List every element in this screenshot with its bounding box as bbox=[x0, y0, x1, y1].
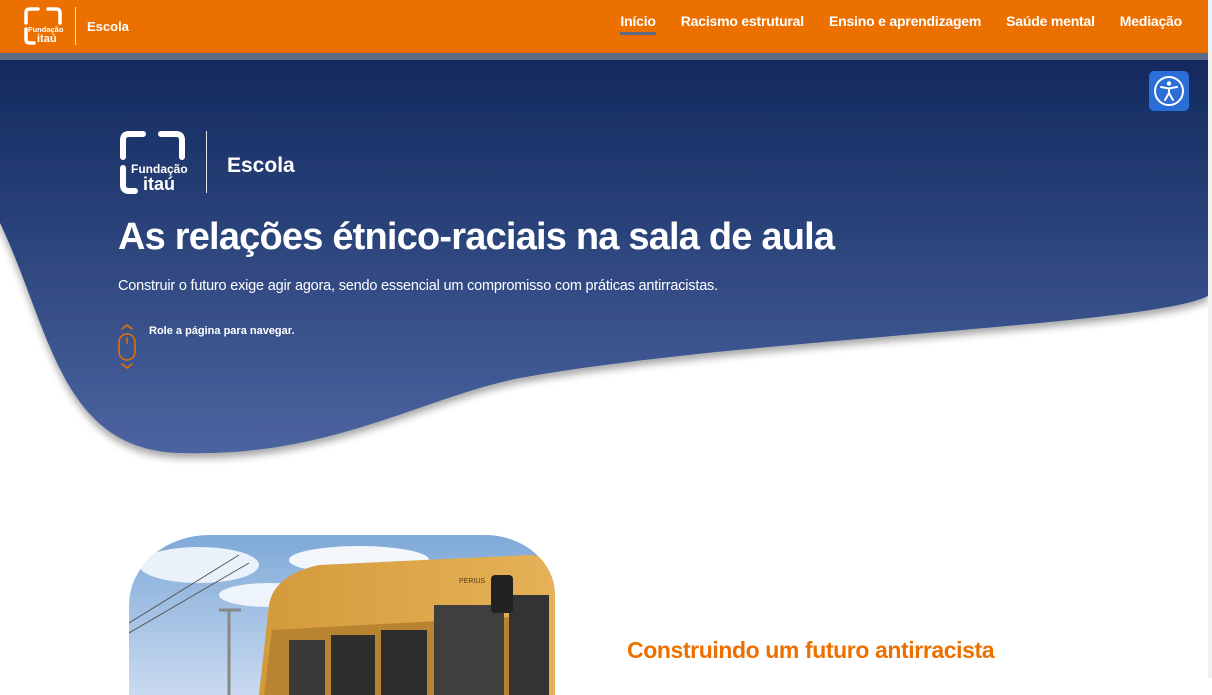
logo-text: itaú bbox=[37, 33, 57, 45]
nav-item-ensino-aprendizagem[interactable]: Ensino e aprendizagem bbox=[829, 0, 981, 53]
accessibility-icon bbox=[1154, 76, 1184, 106]
hero-brand-name: Escola bbox=[227, 154, 295, 177]
svg-text:PERIUS: PERIUS bbox=[459, 578, 485, 585]
logo-divider-large bbox=[206, 131, 207, 193]
main-nav: Início Racismo estrutural Ensino e apren… bbox=[620, 0, 1182, 53]
logo-text: itaú bbox=[143, 174, 175, 194]
fundacao-itau-logo-large: Fundação itaú bbox=[120, 131, 188, 194]
mouse-scroll-icon bbox=[118, 324, 136, 369]
nav-item-inicio[interactable]: Início bbox=[620, 0, 657, 53]
nav-item-mediacao[interactable]: Mediação bbox=[1120, 0, 1182, 53]
section-title: Construindo um futuro antirracista bbox=[627, 637, 995, 663]
school-bus-photo: PERIUS bbox=[129, 535, 555, 695]
hero-background bbox=[0, 58, 1208, 454]
hero-subtitle: Construir o futuro exige agir agora, sen… bbox=[118, 278, 718, 294]
nav-item-saude-mental[interactable]: Saúde mental bbox=[1006, 0, 1095, 53]
hero-title: As relações étnico-raciais na sala de au… bbox=[118, 216, 835, 258]
brand-name[interactable]: Escola bbox=[87, 19, 129, 34]
fundacao-itau-logo[interactable]: Fundação itaú bbox=[22, 7, 64, 45]
top-bar-strip bbox=[0, 53, 1208, 60]
accessibility-button[interactable] bbox=[1149, 71, 1189, 111]
nav-item-racismo-estrutural[interactable]: Racismo estrutural bbox=[681, 0, 804, 53]
logo-divider bbox=[75, 7, 76, 45]
scrollbar[interactable] bbox=[1208, 0, 1212, 678]
scroll-hint: Role a página para navegar. bbox=[149, 325, 295, 337]
